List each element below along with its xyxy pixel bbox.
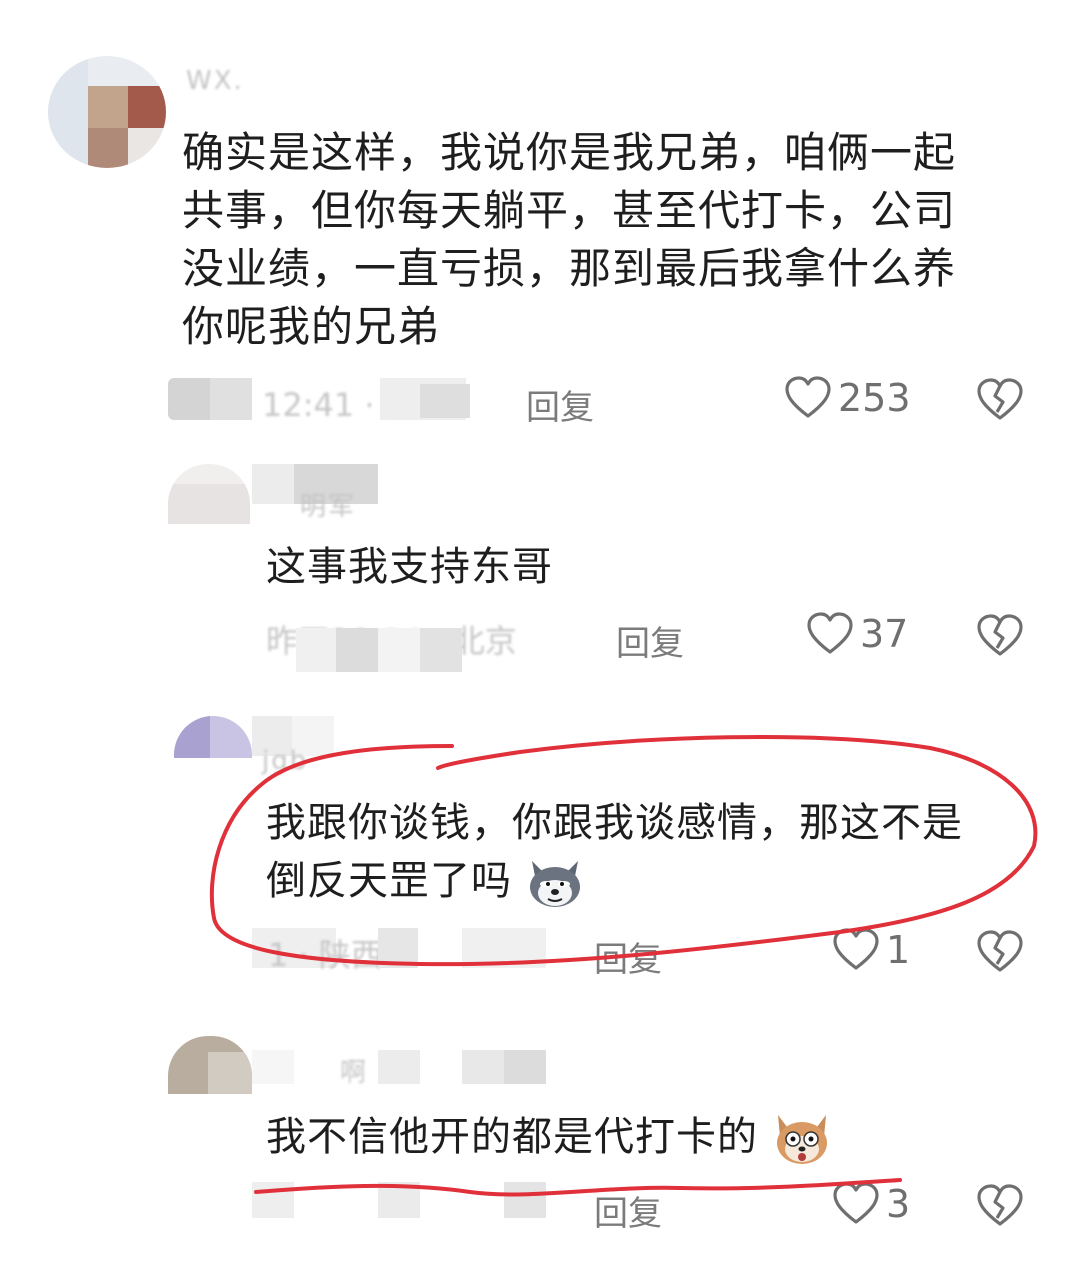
avatar[interactable] <box>174 716 252 758</box>
red-underline-annotation <box>254 1178 902 1197</box>
reply-button[interactable]: 回复 <box>594 932 662 981</box>
avatar[interactable] <box>48 56 166 168</box>
username[interactable]: 啊 <box>340 1052 368 1089</box>
avatar[interactable] <box>168 464 250 524</box>
broken-heart-icon[interactable] <box>976 930 1024 974</box>
like-count: 37 <box>860 612 909 656</box>
heart-outline-icon <box>807 612 853 654</box>
like-count: 253 <box>838 376 911 420</box>
broken-heart-icon[interactable] <box>976 1184 1024 1228</box>
like-button[interactable]: 1 <box>832 928 910 972</box>
husky-emoji-icon <box>529 861 580 907</box>
avatar[interactable] <box>168 1036 252 1094</box>
like-button[interactable]: 3 <box>832 1182 910 1226</box>
timestamp-location: 1 · 陕西 <box>268 936 383 974</box>
reply-button[interactable]: 回复 <box>526 380 594 429</box>
reply-button[interactable]: 回复 <box>594 1186 662 1235</box>
broken-heart-icon[interactable] <box>976 378 1024 422</box>
username[interactable]: WX. <box>186 66 244 96</box>
like-count: 3 <box>886 1182 911 1226</box>
reply-button[interactable]: 回复 <box>616 616 684 665</box>
like-count: 1 <box>886 928 911 972</box>
broken-heart-icon[interactable] <box>976 614 1024 658</box>
comment-text: 这事我支持东哥 <box>266 544 553 590</box>
comment-text: 确实是这样，我说你是我兄弟，咱俩一起 共事，但你每天躺平，甚至代打卡，公司 没业… <box>182 128 957 351</box>
heart-outline-icon <box>833 928 879 970</box>
like-button[interactable]: 253 <box>784 376 911 420</box>
dog-shocked-emoji-icon <box>776 1115 827 1164</box>
heart-outline-icon <box>785 376 831 418</box>
username[interactable]: 明军 <box>300 486 356 523</box>
heart-outline-icon <box>833 1182 879 1224</box>
comment-text: 我不信他开的都是代打卡的 <box>266 1108 832 1167</box>
comment-text: 我跟你谈钱，你跟我谈感情，那这不是 倒反天罡了吗 <box>266 794 1046 910</box>
username[interactable]: jgb <box>262 746 308 776</box>
like-button[interactable]: 37 <box>806 612 908 656</box>
